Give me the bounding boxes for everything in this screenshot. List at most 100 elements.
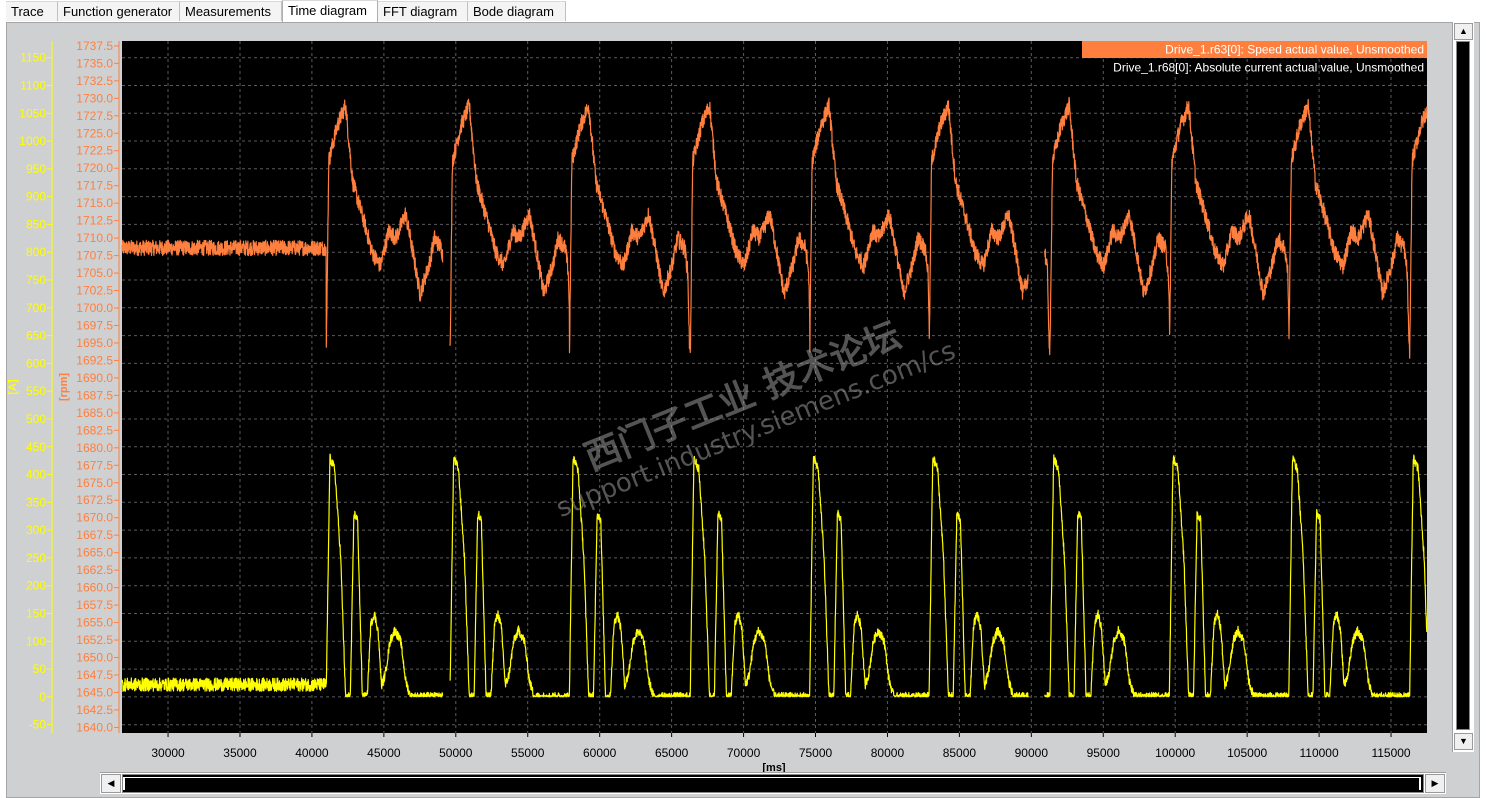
- y-tick-label-speed: 1695.0: [76, 336, 113, 350]
- x-tick-label: 50000: [439, 746, 473, 760]
- y-tick-label-speed: 1715.0: [76, 196, 113, 210]
- y-tick-label-speed: 1737.5: [76, 39, 113, 53]
- y-tick-label-speed: 1642.5: [76, 703, 113, 717]
- y-tick-label-current: 350: [26, 495, 46, 509]
- y-tick-label-speed: 1675.0: [76, 476, 113, 490]
- y-tick-label-current: 950: [26, 162, 46, 176]
- legend-current[interactable]: Drive_1.r68[0]: Absolute current actual …: [1113, 61, 1424, 75]
- y-tick-label-current: 450: [26, 440, 46, 454]
- y-tick-label-speed: 1720.0: [76, 161, 113, 175]
- y-tick-label-speed: 1722.5: [76, 144, 113, 158]
- y-tick-label-speed: 1700.0: [76, 301, 113, 315]
- y-tick-label-current: 50: [33, 662, 47, 676]
- y-tick-label-speed: 1672.5: [76, 493, 113, 507]
- y-axis-label-current: [A]: [7, 379, 19, 395]
- y-tick-label-speed: 1710.0: [76, 231, 113, 245]
- legend-speed[interactable]: Drive_1.r63[0]: Speed actual value, Unsm…: [1165, 43, 1424, 57]
- y-tick-label-speed: 1665.0: [76, 546, 113, 560]
- vertical-scroll-thumb[interactable]: [1456, 41, 1470, 730]
- y-tick-label-current: 300: [26, 523, 46, 537]
- y-tick-label-speed: 1655.0: [76, 616, 113, 630]
- y-tick-label-current: 400: [26, 468, 46, 482]
- scroll-right-button[interactable]: ▶: [1425, 774, 1445, 793]
- x-tick-label: 110000: [1300, 746, 1339, 760]
- y-tick-label-speed: 1657.5: [76, 598, 113, 612]
- y-tick-label-speed: 1717.5: [76, 179, 113, 193]
- y-tick-label-current: -50: [29, 718, 47, 732]
- x-tick-label: 30000: [151, 746, 185, 760]
- y-tick-label-speed: 1680.0: [76, 441, 113, 455]
- y-tick-label-speed: 1670.0: [76, 511, 113, 525]
- y-tick-label-speed: 1732.5: [76, 74, 113, 88]
- x-tick-label: 40000: [295, 746, 329, 760]
- y-tick-label-current: 100: [26, 634, 46, 648]
- y-tick-label-speed: 1687.5: [76, 388, 113, 402]
- y-tick-label-current: 750: [26, 273, 46, 287]
- time-diagram-chart[interactable]: -50 0 50 100 150 200 250 300 350 400 450 500 550 600 6…: [0, 0, 1452, 772]
- y-axis-label-speed: [rpm]: [58, 373, 70, 401]
- x-tick-label: 105000: [1227, 746, 1267, 760]
- y-tick-label-current: 0: [39, 690, 46, 704]
- y-axis-current: -50 0 50 100 150 200 250 300 350 400 450 500 550 600 6…: [19, 41, 53, 733]
- x-tick-label: 55000: [511, 746, 545, 760]
- y-tick-label-current: 200: [26, 579, 46, 593]
- x-tick-label: 90000: [1015, 746, 1049, 760]
- x-tick-label: 80000: [871, 746, 905, 760]
- y-tick-label-current: 150: [26, 606, 46, 620]
- y-tick-label-current: 600: [26, 356, 46, 370]
- x-axis-label: [ms]: [762, 762, 786, 772]
- y-tick-label-speed: 1730.0: [76, 91, 113, 105]
- y-tick-label-speed: 1650.0: [76, 651, 113, 665]
- x-tick-label: 65000: [655, 746, 689, 760]
- y-tick-label-speed: 1705.0: [76, 266, 113, 280]
- y-tick-label-current: 1050: [19, 106, 46, 120]
- x-tick-label: 35000: [223, 746, 257, 760]
- y-tick-label-speed: 1640.0: [76, 720, 113, 734]
- y-tick-label-speed: 1685.0: [76, 406, 113, 420]
- x-tick-label: 70000: [727, 746, 761, 760]
- y-tick-label-speed: 1735.0: [76, 56, 113, 70]
- y-tick-label-speed: 1707.5: [76, 249, 113, 263]
- y-tick-label-current: 500: [26, 412, 46, 426]
- y-tick-label-current: 1150: [20, 51, 46, 65]
- y-tick-label-current: 650: [26, 329, 46, 343]
- y-tick-label-speed: 1677.5: [76, 458, 113, 472]
- y-tick-label-speed: 1697.5: [76, 318, 113, 332]
- x-tick-label: 115000: [1371, 746, 1410, 760]
- y-tick-label-speed: 1652.5: [76, 633, 113, 647]
- y-tick-label-current: 850: [26, 217, 46, 231]
- x-tick-label: 75000: [799, 746, 833, 760]
- x-tick-label: 95000: [1087, 746, 1121, 760]
- y-tick-label-current: 700: [26, 301, 46, 315]
- y-tick-label-current: 1100: [20, 78, 46, 92]
- x-tick-label: 45000: [367, 746, 401, 760]
- y-axis-speed: 1640.0 1642.5 1645.0 1647.5 1650.0 1652.5 1655…: [76, 39, 120, 734]
- y-tick-label-current: 800: [26, 245, 46, 259]
- y-tick-label-speed: 1667.5: [76, 528, 113, 542]
- scroll-up-button[interactable]: ▲: [1454, 23, 1473, 40]
- y-tick-label-speed: 1690.0: [76, 371, 113, 385]
- y-tick-label-speed: 1647.5: [76, 668, 113, 682]
- y-tick-label-current: 1000: [19, 134, 46, 148]
- x-tick-label: 60000: [583, 746, 617, 760]
- scroll-range-bracket: [123, 777, 1421, 790]
- horizontal-scrollbar[interactable]: ◀ ▶: [100, 772, 1446, 794]
- y-tick-label-speed: 1662.5: [76, 563, 113, 577]
- y-tick-label-speed: 1682.5: [76, 423, 113, 437]
- scroll-down-button[interactable]: ▼: [1454, 733, 1473, 750]
- y-tick-label-speed: 1727.5: [76, 109, 113, 123]
- y-tick-label-speed: 1660.0: [76, 581, 113, 595]
- y-tick-label-speed: 1692.5: [76, 353, 113, 367]
- y-tick-label-current: 250: [26, 551, 46, 565]
- y-tick-label-current: 550: [26, 384, 46, 398]
- y-tick-label-speed: 1712.5: [76, 214, 113, 228]
- y-tick-label-current: 900: [26, 190, 46, 204]
- y-tick-label-speed: 1645.0: [76, 685, 113, 699]
- x-axis: 30000 35000 40000 45000 50000 55000 60000 65000…: [151, 733, 1411, 760]
- x-tick-label: 85000: [943, 746, 977, 760]
- y-tick-label-speed: 1725.0: [76, 126, 113, 140]
- x-tick-label: 100000: [1155, 746, 1195, 760]
- horizontal-scroll-thumb[interactable]: [122, 774, 1424, 793]
- scroll-left-button[interactable]: ◀: [101, 774, 121, 793]
- vertical-scrollbar[interactable]: ▲ ▼: [1452, 22, 1474, 752]
